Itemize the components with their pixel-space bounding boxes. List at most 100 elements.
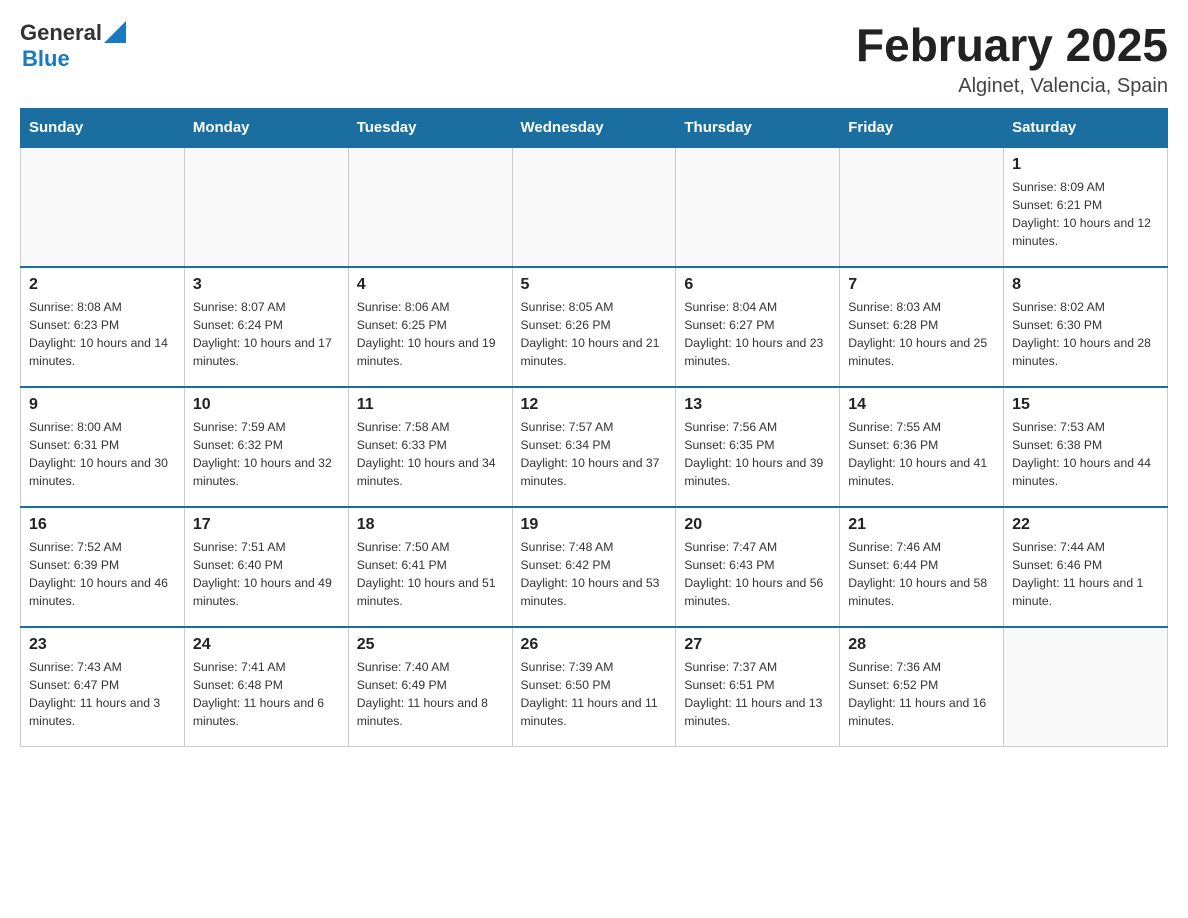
- day-info: Sunrise: 7:56 AMSunset: 6:35 PMDaylight:…: [684, 418, 831, 491]
- day-info: Sunrise: 7:58 AMSunset: 6:33 PMDaylight:…: [357, 418, 504, 491]
- day-number: 7: [848, 276, 995, 294]
- logo-general-text: General: [20, 20, 102, 46]
- day-number: 2: [29, 276, 176, 294]
- table-row: 8 Sunrise: 8:02 AMSunset: 6:30 PMDaylight…: [1004, 267, 1168, 387]
- day-number: 27: [684, 636, 831, 654]
- day-number: 19: [521, 516, 668, 534]
- table-row: 7 Sunrise: 8:03 AMSunset: 6:28 PMDaylight…: [840, 267, 1004, 387]
- calendar-header-row: Sunday Monday Tuesday Wednesday Thursday…: [21, 108, 1168, 147]
- day-info: Sunrise: 7:36 AMSunset: 6:52 PMDaylight:…: [848, 658, 995, 731]
- day-number: 6: [684, 276, 831, 294]
- day-number: 20: [684, 516, 831, 534]
- table-row: 3 Sunrise: 8:07 AMSunset: 6:24 PMDaylight…: [184, 267, 348, 387]
- day-info: Sunrise: 8:02 AMSunset: 6:30 PMDaylight:…: [1012, 298, 1159, 371]
- table-row: 25 Sunrise: 7:40 AMSunset: 6:49 PMDayligh…: [348, 627, 512, 747]
- day-info: Sunrise: 7:52 AMSunset: 6:39 PMDaylight:…: [29, 538, 176, 611]
- day-info: Sunrise: 7:41 AMSunset: 6:48 PMDaylight:…: [193, 658, 340, 731]
- day-info: Sunrise: 8:07 AMSunset: 6:24 PMDaylight:…: [193, 298, 340, 371]
- day-number: 21: [848, 516, 995, 534]
- page-header: General Blue February 2025 Alginet, Vale…: [20, 20, 1168, 98]
- table-row: 27 Sunrise: 7:37 AMSunset: 6:51 PMDayligh…: [676, 627, 840, 747]
- table-row: [512, 147, 676, 267]
- table-row: 12 Sunrise: 7:57 AMSunset: 6:34 PMDayligh…: [512, 387, 676, 507]
- table-row: [840, 147, 1004, 267]
- day-number: 25: [357, 636, 504, 654]
- day-number: 16: [29, 516, 176, 534]
- day-number: 5: [521, 276, 668, 294]
- day-number: 18: [357, 516, 504, 534]
- table-row: 28 Sunrise: 7:36 AMSunset: 6:52 PMDayligh…: [840, 627, 1004, 747]
- table-row: 23 Sunrise: 7:43 AMSunset: 6:47 PMDayligh…: [21, 627, 185, 747]
- table-row: 15Sunrise: 7:53 AMSunset: 6:38 PMDayligh…: [1004, 387, 1168, 507]
- day-info: Sunrise: 8:09 AMSunset: 6:21 PMDaylight:…: [1012, 178, 1159, 251]
- header-wednesday: Wednesday: [512, 108, 676, 147]
- day-info: Sunrise: 8:04 AMSunset: 6:27 PMDaylight:…: [684, 298, 831, 371]
- day-info: Sunrise: 7:57 AMSunset: 6:34 PMDaylight:…: [521, 418, 668, 491]
- day-info: Sunrise: 7:47 AMSunset: 6:43 PMDaylight:…: [684, 538, 831, 611]
- table-row: 5Sunrise: 8:05 AMSunset: 6:26 PMDaylight…: [512, 267, 676, 387]
- day-info: Sunrise: 7:40 AMSunset: 6:49 PMDaylight:…: [357, 658, 504, 731]
- table-row: 13 Sunrise: 7:56 AMSunset: 6:35 PMDayligh…: [676, 387, 840, 507]
- table-row: 11 Sunrise: 7:58 AMSunset: 6:33 PMDayligh…: [348, 387, 512, 507]
- day-info: Sunrise: 7:55 AMSunset: 6:36 PMDaylight:…: [848, 418, 995, 491]
- table-row: 14 Sunrise: 7:55 AMSunset: 6:36 PMDayligh…: [840, 387, 1004, 507]
- day-number: 9: [29, 396, 176, 414]
- header-saturday: Saturday: [1004, 108, 1168, 147]
- day-info: Sunrise: 7:39 AMSunset: 6:50 PMDaylight:…: [521, 658, 668, 731]
- table-row: 9 Sunrise: 8:00 AMSunset: 6:31 PMDaylight…: [21, 387, 185, 507]
- table-row: 26 Sunrise: 7:39 AMSunset: 6:50 PMDayligh…: [512, 627, 676, 747]
- logo-blue-text: Blue: [22, 46, 70, 72]
- table-row: 17 Sunrise: 7:51 AMSunset: 6:40 PMDayligh…: [184, 507, 348, 627]
- day-number: 28: [848, 636, 995, 654]
- day-info: Sunrise: 8:08 AMSunset: 6:23 PMDaylight:…: [29, 298, 176, 371]
- day-info: Sunrise: 7:51 AMSunset: 6:40 PMDaylight:…: [193, 538, 340, 611]
- day-info: Sunrise: 7:37 AMSunset: 6:51 PMDaylight:…: [684, 658, 831, 731]
- day-info: Sunrise: 7:50 AMSunset: 6:41 PMDaylight:…: [357, 538, 504, 611]
- header-sunday: Sunday: [21, 108, 185, 147]
- day-number: 13: [684, 396, 831, 414]
- calendar-week-row: 1Sunrise: 8:09 AMSunset: 6:21 PMDaylight…: [21, 147, 1168, 267]
- calendar-table: Sunday Monday Tuesday Wednesday Thursday…: [20, 108, 1168, 748]
- day-info: Sunrise: 7:46 AMSunset: 6:44 PMDaylight:…: [848, 538, 995, 611]
- header-tuesday: Tuesday: [348, 108, 512, 147]
- logo-triangle-icon: [104, 21, 126, 43]
- table-row: 19Sunrise: 7:48 AMSunset: 6:42 PMDayligh…: [512, 507, 676, 627]
- table-row: 18 Sunrise: 7:50 AMSunset: 6:41 PMDayligh…: [348, 507, 512, 627]
- table-row: [348, 147, 512, 267]
- day-number: 24: [193, 636, 340, 654]
- table-row: 10 Sunrise: 7:59 AMSunset: 6:32 PMDayligh…: [184, 387, 348, 507]
- table-row: 1Sunrise: 8:09 AMSunset: 6:21 PMDaylight…: [1004, 147, 1168, 267]
- day-info: Sunrise: 8:00 AMSunset: 6:31 PMDaylight:…: [29, 418, 176, 491]
- day-number: 12: [521, 396, 668, 414]
- day-number: 15: [1012, 396, 1159, 414]
- table-row: [676, 147, 840, 267]
- day-info: Sunrise: 8:03 AMSunset: 6:28 PMDaylight:…: [848, 298, 995, 371]
- table-row: 4 Sunrise: 8:06 AMSunset: 6:25 PMDaylight…: [348, 267, 512, 387]
- day-number: 10: [193, 396, 340, 414]
- table-row: 21 Sunrise: 7:46 AMSunset: 6:44 PMDayligh…: [840, 507, 1004, 627]
- day-info: Sunrise: 7:59 AMSunset: 6:32 PMDaylight:…: [193, 418, 340, 491]
- header-thursday: Thursday: [676, 108, 840, 147]
- day-number: 22: [1012, 516, 1159, 534]
- day-number: 26: [521, 636, 668, 654]
- day-number: 11: [357, 396, 504, 414]
- calendar-week-row: 2 Sunrise: 8:08 AMSunset: 6:23 PMDaylight…: [21, 267, 1168, 387]
- logo: General Blue: [20, 20, 126, 72]
- table-row: 16 Sunrise: 7:52 AMSunset: 6:39 PMDayligh…: [21, 507, 185, 627]
- table-row: 2 Sunrise: 8:08 AMSunset: 6:23 PMDaylight…: [21, 267, 185, 387]
- table-row: 22Sunrise: 7:44 AMSunset: 6:46 PMDayligh…: [1004, 507, 1168, 627]
- location-title: Alginet, Valencia, Spain: [856, 75, 1168, 98]
- table-row: 6 Sunrise: 8:04 AMSunset: 6:27 PMDaylight…: [676, 267, 840, 387]
- day-info: Sunrise: 8:06 AMSunset: 6:25 PMDaylight:…: [357, 298, 504, 371]
- table-row: [1004, 627, 1168, 747]
- table-row: 24 Sunrise: 7:41 AMSunset: 6:48 PMDayligh…: [184, 627, 348, 747]
- day-number: 3: [193, 276, 340, 294]
- day-number: 17: [193, 516, 340, 534]
- day-number: 8: [1012, 276, 1159, 294]
- day-number: 4: [357, 276, 504, 294]
- day-info: Sunrise: 7:43 AMSunset: 6:47 PMDaylight:…: [29, 658, 176, 731]
- day-number: 23: [29, 636, 176, 654]
- table-row: 20 Sunrise: 7:47 AMSunset: 6:43 PMDayligh…: [676, 507, 840, 627]
- day-number: 14: [848, 396, 995, 414]
- title-section: February 2025 Alginet, Valencia, Spain: [856, 20, 1168, 98]
